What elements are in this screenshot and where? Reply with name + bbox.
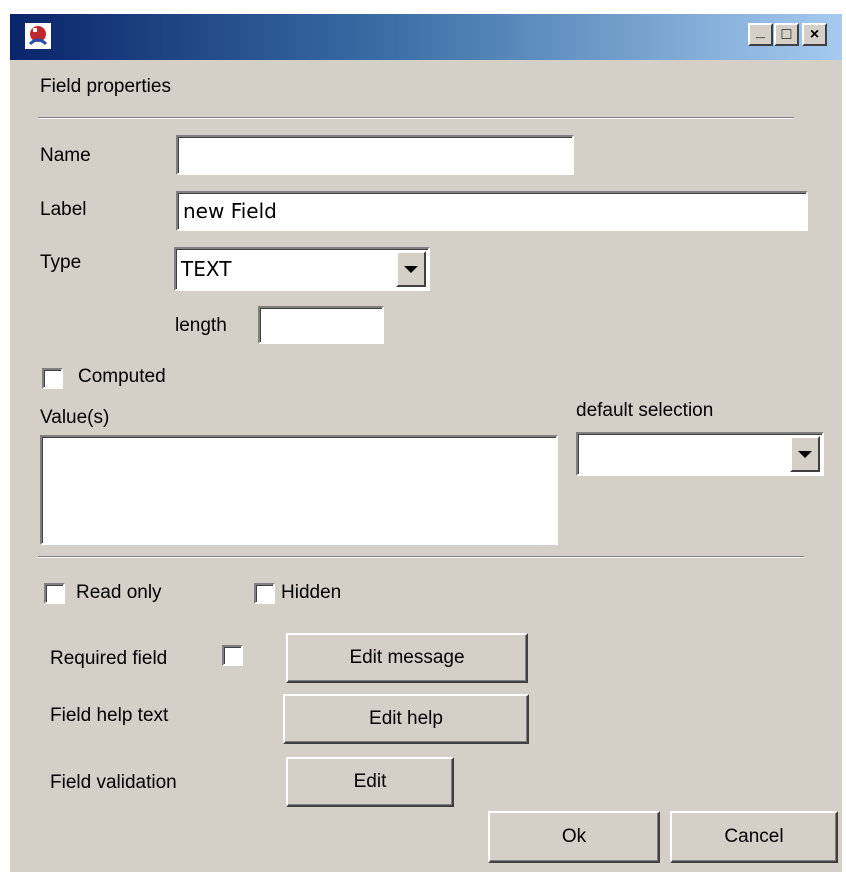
section-title: Field properties xyxy=(40,76,171,97)
top-separator xyxy=(38,117,794,119)
type-dropdown-button[interactable] xyxy=(396,251,426,287)
edit-help-button[interactable]: Edit help xyxy=(283,694,529,744)
name-label: Name xyxy=(40,145,91,166)
read-only-label: Read only xyxy=(76,582,162,603)
length-label: length xyxy=(175,315,227,336)
type-select[interactable]: TEXT xyxy=(174,247,430,291)
values-label: Value(s) xyxy=(40,407,110,428)
required-field-checkbox[interactable] xyxy=(222,645,243,666)
name-input[interactable] xyxy=(176,135,574,175)
default-selection-dropdown-button[interactable] xyxy=(790,436,820,472)
label-label: Label xyxy=(40,199,87,220)
chevron-down-icon xyxy=(798,450,812,458)
required-field-label: Required field xyxy=(50,648,168,669)
values-textarea[interactable] xyxy=(40,435,558,545)
hidden-checkbox[interactable] xyxy=(254,583,275,604)
app-icon xyxy=(25,23,51,49)
maximize-button[interactable]: □ xyxy=(774,23,799,46)
length-input[interactable] xyxy=(258,306,384,344)
cancel-button[interactable]: Cancel xyxy=(670,811,838,863)
type-selected-value: TEXT xyxy=(181,257,232,281)
chevron-down-icon xyxy=(404,265,418,273)
label-input[interactable]: new Field xyxy=(176,191,808,231)
default-selection-label: default selection xyxy=(576,400,714,421)
computed-label: Computed xyxy=(78,366,166,387)
close-button[interactable]: × xyxy=(802,23,827,46)
minimize-button[interactable]: _ xyxy=(748,23,773,46)
maximize-icon: □ xyxy=(781,25,792,43)
read-only-checkbox[interactable] xyxy=(44,583,65,604)
middle-separator xyxy=(38,556,804,558)
title-bar[interactable]: _ □ × xyxy=(10,14,842,60)
computed-checkbox[interactable] xyxy=(42,368,63,389)
field-validation-label: Field validation xyxy=(50,772,177,793)
hidden-label: Hidden xyxy=(281,582,342,603)
field-help-text-label: Field help text xyxy=(50,705,169,726)
edit-message-button[interactable]: Edit message xyxy=(286,633,528,683)
type-label: Type xyxy=(40,252,82,273)
close-icon: × xyxy=(809,25,820,43)
minimize-icon: _ xyxy=(756,22,765,40)
ok-button[interactable]: Ok xyxy=(488,811,660,863)
default-selection-select[interactable] xyxy=(576,432,824,476)
edit-validation-button[interactable]: Edit xyxy=(286,757,454,807)
